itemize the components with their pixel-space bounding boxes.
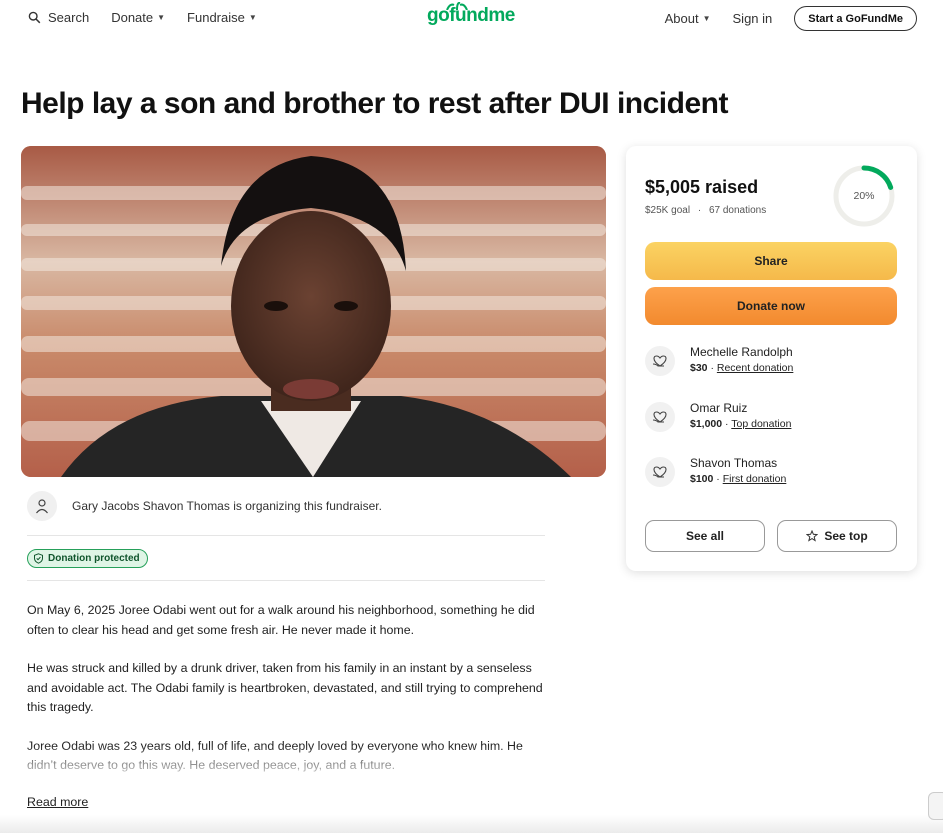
donor-heart-icon	[645, 457, 675, 487]
organizer-row: Gary Jacobs Shavon Thomas is organizing …	[27, 491, 382, 521]
donation-amount: $1,000	[690, 418, 723, 430]
donation-item: Omar Ruiz $1,000 · Top donation	[645, 401, 791, 432]
bottom-shade	[0, 815, 943, 833]
donation-tag-link[interactable]: First donation	[723, 473, 787, 485]
search-icon	[28, 11, 42, 25]
organizer-text: Gary Jacobs Shavon Thomas is organizing …	[72, 499, 382, 513]
search-link[interactable]: Search	[28, 10, 89, 25]
page-title: Help lay a son and brother to rest after…	[21, 87, 728, 120]
story-paragraph: On May 6, 2025 Joree Odabi went out for …	[27, 603, 535, 637]
about-menu[interactable]: About ▼	[665, 11, 711, 26]
fundraise-menu-label: Fundraise	[187, 10, 245, 25]
donor-name: Shavon Thomas	[690, 456, 778, 470]
site-header: Search Donate ▼ Fundraise ▼ gofundme Abo…	[0, 0, 943, 36]
donation-meta: $30 · Recent donation	[690, 362, 793, 374]
donation-item: Mechelle Randolph $30 · Recent donation	[645, 345, 793, 376]
read-more-link[interactable]: Read more	[27, 795, 88, 809]
nav-left: Search Donate ▼ Fundraise ▼	[28, 10, 279, 25]
donation-item: Shavon Thomas $100 · First donation	[645, 456, 786, 487]
donations-count: 67 donations	[708, 205, 767, 216]
donor-name: Omar Ruiz	[690, 401, 748, 415]
start-gofundme-button[interactable]: Start a GoFundMe	[794, 6, 917, 31]
goal-summary: $25K goal · 67 donations	[645, 205, 766, 216]
separator-dot: ·	[716, 473, 720, 485]
protected-label: Donation protected	[48, 553, 140, 564]
scroll-handle[interactable]	[928, 792, 943, 820]
see-top-label: See top	[824, 529, 868, 543]
shield-check-icon	[33, 553, 44, 564]
story-fade	[0, 745, 560, 780]
gofundme-logo[interactable]: gofundme	[427, 5, 515, 27]
amount-raised: $5,005 raised	[645, 177, 759, 197]
portrait-illustration	[21, 146, 606, 477]
search-label: Search	[48, 10, 90, 25]
sign-in-link[interactable]: Sign in	[733, 11, 773, 26]
see-top-button[interactable]: See top	[777, 520, 897, 552]
sign-in-label: Sign in	[732, 11, 773, 26]
goal-amount: $25K goal	[645, 205, 691, 216]
donation-tag-link[interactable]: Recent donation	[717, 362, 793, 374]
about-menu-label: About	[664, 11, 699, 26]
progress-percent: 20%	[853, 190, 875, 202]
caret-down-icon: ▼	[157, 13, 166, 22]
campaign-photo	[21, 146, 606, 477]
story-paragraph: He was struck and killed by a drunk driv…	[27, 661, 543, 714]
donor-name: Mechelle Randolph	[690, 345, 793, 359]
share-button[interactable]: Share	[645, 242, 897, 280]
donation-details: Mechelle Randolph $30 · Recent donation	[690, 345, 793, 374]
donate-menu[interactable]: Donate ▼	[111, 10, 165, 25]
caret-down-icon: ▼	[702, 14, 711, 23]
separator-dot: ·	[725, 418, 729, 430]
donation-card: $5,005 raised $25K goal · 67 donations 2…	[626, 146, 917, 571]
caret-down-icon: ▼	[248, 13, 257, 22]
fundraise-menu[interactable]: Fundraise ▼	[187, 10, 257, 25]
donate-now-button[interactable]: Donate now	[645, 287, 897, 325]
nav-right: About ▼ Sign in Start a GoFundMe	[665, 6, 917, 31]
donation-tag-link[interactable]: Top donation	[731, 418, 791, 430]
donation-amount: $100	[690, 473, 714, 485]
see-all-label: See all	[685, 529, 725, 543]
donation-amount: $30	[690, 362, 708, 374]
separator-dot: ·	[710, 362, 714, 374]
donation-meta: $100 · First donation	[690, 473, 786, 485]
donor-heart-icon	[645, 346, 675, 376]
donate-menu-label: Donate	[111, 10, 154, 25]
divider	[27, 580, 545, 581]
divider	[27, 535, 545, 536]
star-icon	[806, 530, 819, 542]
separator-dot: ·	[697, 205, 702, 216]
donation-meta: $1,000 · Top donation	[690, 418, 791, 430]
donation-details: Omar Ruiz $1,000 · Top donation	[690, 401, 791, 430]
donation-details: Shavon Thomas $100 · First donation	[690, 456, 786, 485]
user-icon	[27, 491, 57, 521]
donation-protected-badge[interactable]: Donation protected	[27, 549, 148, 568]
donor-heart-icon	[645, 402, 675, 432]
see-all-button[interactable]: See all	[645, 520, 765, 552]
